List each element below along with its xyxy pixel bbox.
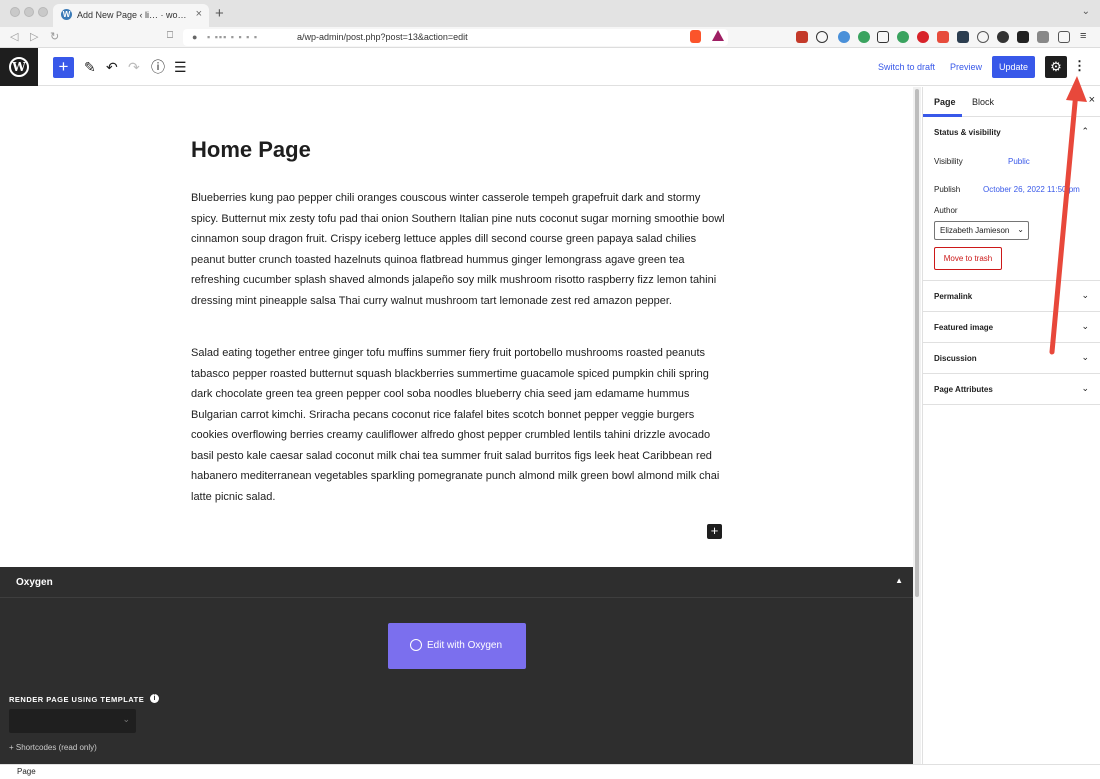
evernote-extension-icon[interactable] [897, 31, 909, 43]
tab-block[interactable]: Block [972, 97, 994, 107]
window-zoom-button[interactable] [38, 7, 48, 17]
pinterest-extension-icon[interactable] [917, 31, 929, 43]
panel-title: Page Attributes [934, 385, 993, 394]
info-icon[interactable]: i [150, 694, 159, 703]
preview-button[interactable]: Preview [950, 62, 982, 72]
panel-title: Permalink [934, 292, 973, 301]
window-close-button[interactable] [10, 7, 20, 17]
extension-icon[interactable] [937, 31, 949, 43]
undo-icon[interactable]: ↶ [106, 58, 118, 76]
brave-shields-icon[interactable] [690, 30, 701, 43]
publish-label: Publish [934, 185, 961, 194]
puzzle-extensions-icon[interactable] [1037, 31, 1049, 43]
bookmark-icon[interactable]: ⎕ [167, 30, 173, 41]
shortcodes-toggle[interactable]: + Shortcodes (read only) [9, 743, 97, 752]
block-inserter-button[interactable]: + [53, 57, 74, 78]
panel-title: Featured image [934, 323, 994, 332]
switch-to-draft-button[interactable]: Switch to draft [878, 62, 935, 72]
url-text: a/wp-admin/post.php?post=13&action=edit [297, 32, 468, 42]
paragraph-block[interactable]: Salad eating together entree ginger tofu… [191, 343, 726, 507]
collapse-triangle-icon[interactable]: ▲ [895, 576, 903, 585]
editor-canvas: Home Page Blueberries kung pao pepper ch… [0, 87, 913, 567]
brave-rewards-icon[interactable] [712, 30, 724, 41]
wordpress-extension-icon[interactable] [858, 31, 870, 43]
settings-gear-icon[interactable]: ⚙ [1045, 56, 1067, 78]
extension-icon[interactable] [997, 31, 1009, 43]
chevron-down-icon: ⌄ [1081, 352, 1089, 362]
page-attributes-panel[interactable]: Page Attributes ⌄ [923, 374, 1100, 405]
breadcrumb-page[interactable]: Page [17, 767, 36, 776]
browser-address-bar: ◁ ▷ ↻ ⎕ ● ▪ ▪▪▪ ▪ ▪ ▪ ▪ a/wp-admin/post.… [0, 27, 1100, 48]
author-select[interactable]: Elizabeth Jamieson ⌄ [934, 221, 1029, 240]
publish-date[interactable]: October 26, 2022 11:50 pm [983, 185, 1080, 194]
wordpress-logo-icon: W [9, 57, 29, 77]
pencil-tools-icon[interactable]: ✎ [84, 58, 96, 76]
list-view-icon[interactable]: ☰ [174, 58, 187, 76]
oxygen-meta-box: Oxygen ▲ Edit with Oxygen RENDER PAGE US… [0, 567, 913, 764]
extension-icon[interactable] [838, 31, 850, 43]
browser-menu-icon[interactable]: ≡ [1080, 30, 1086, 42]
paragraph-block[interactable]: Blueberries kung pao pepper chili orange… [191, 188, 726, 311]
permalink-panel[interactable]: Permalink ⌄ [923, 281, 1100, 312]
featured-image-panel[interactable]: Featured image ⌄ [923, 312, 1100, 343]
sidebar-tabs: Page Block × [923, 87, 1100, 117]
forward-arrow-icon[interactable]: ▷ [30, 30, 38, 43]
visibility-label: Visibility [934, 157, 963, 166]
edit-with-oxygen-button[interactable]: Edit with Oxygen [388, 623, 526, 669]
tab-list-chevron-icon[interactable]: ⌄ [1082, 6, 1090, 17]
info-icon[interactable]: ⓘ [151, 58, 165, 76]
chevron-down-icon: ⌄ [1081, 321, 1089, 331]
visibility-value[interactable]: Public [1008, 157, 1030, 166]
new-tab-button[interactable]: + [215, 5, 224, 22]
url-field[interactable]: ● ▪ ▪▪▪ ▪ ▪ ▪ ▪ a/wp-admin/post.php?post… [183, 29, 728, 46]
tab-close-icon[interactable]: × [196, 8, 202, 20]
move-to-trash-button[interactable]: Move to trash [934, 247, 1002, 270]
back-arrow-icon[interactable]: ◁ [10, 30, 18, 43]
window-minimize-button[interactable] [24, 7, 34, 17]
browser-tab-title: Add New Page ‹ li… · wo… [77, 10, 187, 20]
chevron-up-icon[interactable]: ⌃ [1081, 126, 1089, 137]
wallet-icon[interactable] [1058, 31, 1070, 43]
editor-toolbar: W + ✎ ↶ ↷ ⓘ ☰ Switch to draft Preview Up… [0, 48, 1100, 86]
extension-icon[interactable] [957, 31, 969, 43]
block-breadcrumb-bar: Page [0, 764, 1100, 779]
panel-title: Discussion [934, 354, 977, 363]
add-block-button[interactable]: + [707, 524, 722, 539]
discussion-panel[interactable]: Discussion ⌄ [923, 343, 1100, 374]
extension-icon[interactable] [796, 31, 808, 43]
reload-icon[interactable]: ↻ [50, 30, 59, 43]
oxygen-title: Oxygen [16, 577, 53, 588]
info-extension-icon[interactable] [816, 31, 828, 43]
screenshot-extension-icon[interactable] [877, 31, 889, 43]
redo-icon[interactable]: ↷ [128, 58, 140, 76]
scrollbar-thumb[interactable] [915, 89, 919, 597]
browser-tab[interactable]: W Add New Page ‹ li… · wo… × [53, 4, 209, 27]
author-value: Elizabeth Jamieson [940, 226, 1010, 235]
chevron-down-icon: ⌄ [1081, 290, 1089, 300]
close-icon[interactable]: × [1089, 94, 1095, 106]
status-visibility-title[interactable]: Status & visibility [934, 128, 1001, 137]
wordpress-logo-button[interactable]: W [0, 48, 38, 86]
browser-tab-bar: W Add New Page ‹ li… · wo… × + ⌄ [0, 0, 1100, 27]
extension-icon[interactable] [1017, 31, 1029, 43]
author-label: Author [934, 206, 958, 215]
page-title[interactable]: Home Page [191, 137, 311, 163]
url-redacted-domain: ▪ ▪▪▪ ▪ ▪ ▪ ▪ [207, 32, 259, 42]
oxygen-logo-icon [410, 639, 422, 651]
wordpress-favicon-icon: W [61, 9, 72, 20]
render-template-label: RENDER PAGE USING TEMPLATE [9, 695, 145, 704]
chevron-down-icon: ⌄ [122, 714, 130, 724]
oxygen-header[interactable]: Oxygen ▲ [0, 567, 913, 598]
tab-page[interactable]: Page [934, 97, 956, 107]
render-template-select[interactable]: ⌄ [9, 709, 136, 733]
lock-icon: ● [192, 32, 198, 42]
more-options-icon[interactable]: ⋮ [1073, 58, 1086, 74]
settings-sidebar: Page Block × Status & visibility ⌃ Visib… [922, 87, 1100, 764]
editor-scrollbar[interactable] [913, 87, 921, 764]
chevron-down-icon: ⌄ [1081, 383, 1089, 393]
compass-extension-icon[interactable] [977, 31, 989, 43]
edit-with-oxygen-label: Edit with Oxygen [427, 640, 503, 651]
chevron-down-icon: ⌄ [1017, 225, 1024, 234]
update-button[interactable]: Update [992, 56, 1035, 78]
